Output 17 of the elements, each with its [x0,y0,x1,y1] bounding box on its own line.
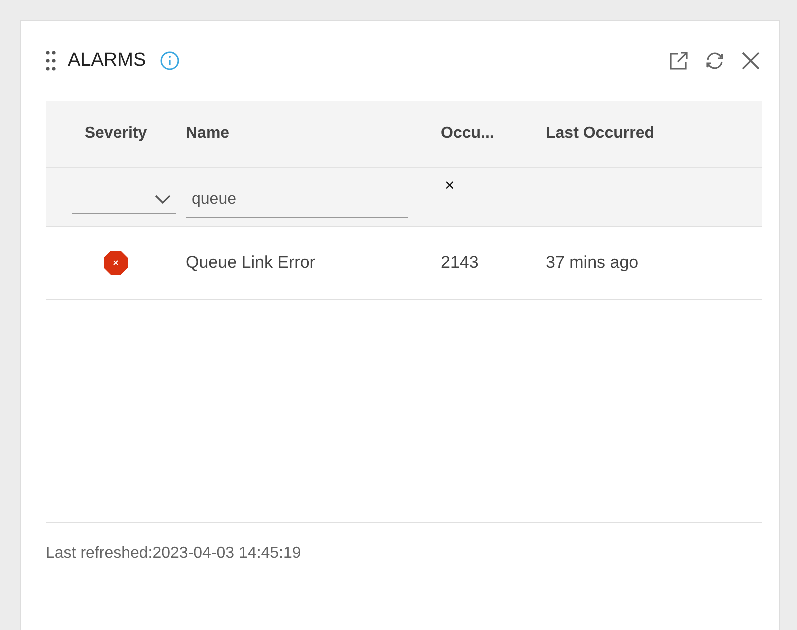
refresh-icon[interactable] [704,50,726,72]
column-header[interactable]: Severity [46,101,186,168]
clear-filter-button[interactable]: × [445,176,455,196]
occurrence-count: 2143 [441,253,479,273]
close-icon[interactable] [740,50,762,72]
column-header[interactable]: Occu... [441,101,546,168]
alarm-name: Queue Link Error [186,253,316,273]
panel-title: ALARMS [68,50,146,72]
chevron-down-icon [154,192,172,204]
open-external-icon[interactable] [668,50,690,72]
info-icon[interactable] [160,51,180,71]
name-filter-field[interactable]: queue [186,182,408,218]
drag-handle-icon[interactable] [46,51,56,71]
column-header[interactable]: Name [186,101,441,168]
column-header[interactable]: Last Occurred [546,101,762,168]
last-refreshed-text: Last refreshed:2023-04-03 14:45:19 [46,545,302,563]
last-occurred-time: 37 mins ago [546,253,639,273]
